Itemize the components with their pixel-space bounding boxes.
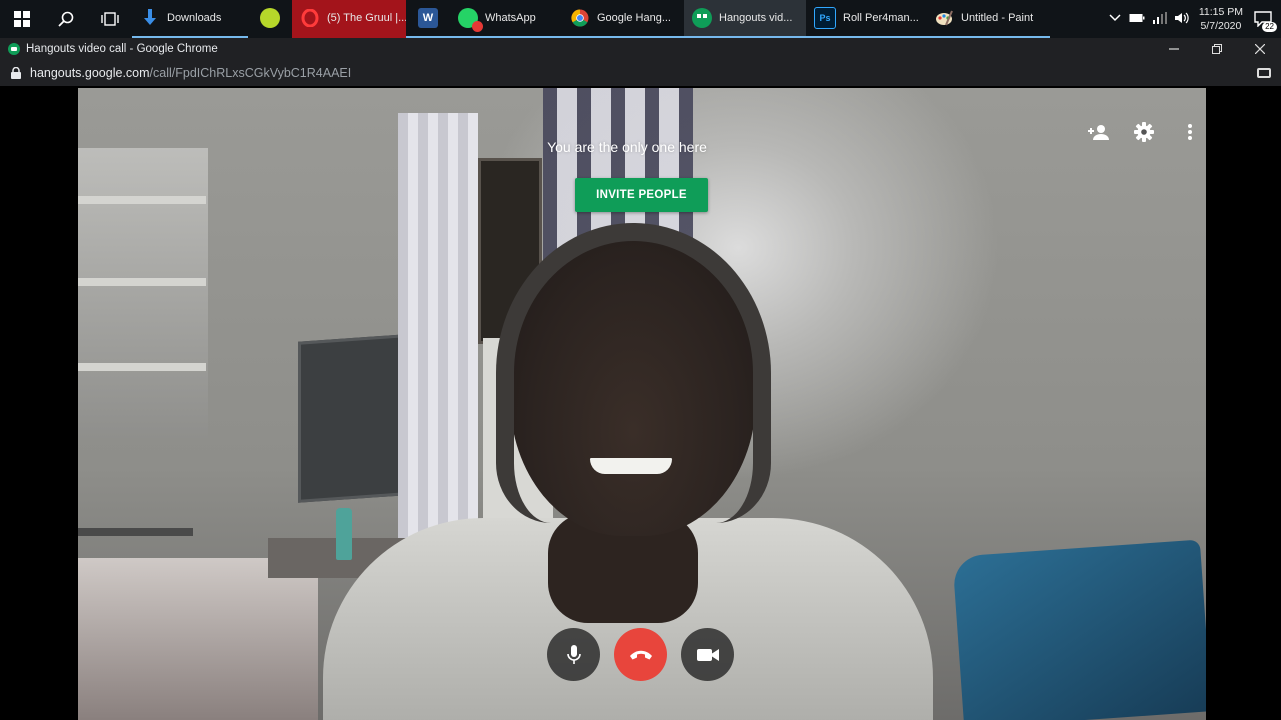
task-view-icon bbox=[101, 12, 119, 26]
taskbar-paint[interactable]: Untitled - Paint bbox=[926, 0, 1050, 38]
tennis-ball-icon bbox=[260, 8, 280, 28]
microphone-icon bbox=[566, 644, 581, 664]
bed-rail bbox=[78, 528, 193, 536]
network-icon[interactable] bbox=[1152, 11, 1167, 27]
taskbar-chrome-label: Google Hang... bbox=[597, 12, 671, 24]
restore-icon bbox=[1211, 44, 1222, 54]
bed bbox=[78, 558, 318, 720]
call-top-actions bbox=[1086, 120, 1202, 144]
call-stage: You are the only one here INVITE PEOPLE bbox=[0, 86, 1281, 720]
url-host: hangouts.google.com bbox=[30, 66, 150, 80]
taskbar-paint-label: Untitled - Paint bbox=[961, 12, 1034, 24]
more-vertical-icon bbox=[1188, 124, 1192, 140]
chrome-title-bar: Hangouts video call - Google Chrome bbox=[0, 38, 1281, 60]
hangouts-icon bbox=[692, 8, 712, 28]
taskbar-hangouts-video-label: Hangouts vid... bbox=[719, 12, 793, 24]
person-smile bbox=[590, 458, 672, 474]
window-controls bbox=[1152, 38, 1281, 60]
close-button[interactable] bbox=[1238, 38, 1281, 60]
settings-button[interactable] bbox=[1132, 120, 1156, 144]
water-bottle bbox=[336, 508, 352, 560]
taskbar-whatsapp-label: WhatsApp bbox=[485, 12, 536, 24]
taskbar-whatsapp[interactable]: WhatsApp bbox=[450, 0, 562, 38]
download-arrow-icon bbox=[140, 8, 160, 28]
word-icon: W bbox=[418, 8, 438, 28]
chevron-up-icon[interactable] bbox=[1109, 13, 1121, 25]
lock-icon[interactable] bbox=[8, 67, 24, 79]
notification-center-button[interactable]: 22 bbox=[1251, 8, 1277, 32]
task-view-button[interactable] bbox=[88, 0, 132, 38]
search-icon bbox=[58, 11, 74, 27]
notification-count: 22 bbox=[1262, 22, 1277, 32]
video-camera-icon bbox=[696, 648, 719, 661]
clock-time: 11:15 PM bbox=[1198, 6, 1243, 18]
clock-date: 5/7/2020 bbox=[1200, 20, 1242, 32]
taskbar-downloads-label: Downloads bbox=[167, 12, 222, 24]
self-video-feed: You are the only one here INVITE PEOPLE bbox=[78, 88, 1206, 720]
address-bar[interactable]: hangouts.google.com/call/FpdIChRLxsCGkVy… bbox=[0, 60, 1281, 86]
phone-hangup-icon bbox=[629, 650, 652, 659]
hang-up-button[interactable] bbox=[614, 628, 667, 681]
shelf bbox=[78, 278, 206, 286]
window-title: Hangouts video call - Google Chrome bbox=[26, 43, 218, 55]
url-path: /call/FpdIChRLxsCGkVybC1R4AAEI bbox=[149, 66, 352, 80]
taskbar-tennis-app[interactable] bbox=[248, 0, 292, 38]
photoshop-icon: Ps bbox=[814, 7, 836, 29]
taskbar-opera[interactable]: (5) The Gruul |... bbox=[292, 0, 406, 38]
cast-icon[interactable] bbox=[1257, 68, 1271, 78]
minimize-icon bbox=[1168, 48, 1179, 50]
curtain-left bbox=[398, 113, 478, 563]
person-beanie bbox=[496, 223, 771, 523]
search-button[interactable] bbox=[44, 0, 88, 38]
chrome-icon bbox=[570, 8, 590, 28]
minimize-button[interactable] bbox=[1152, 38, 1195, 60]
call-status-text: You are the only one here bbox=[547, 139, 707, 155]
whatsapp-badge bbox=[472, 21, 483, 32]
restore-button[interactable] bbox=[1195, 38, 1238, 60]
taskbar-chrome[interactable]: Google Hang... bbox=[562, 0, 684, 38]
taskbar-opera-label: (5) The Gruul |... bbox=[327, 12, 406, 24]
camera-button[interactable] bbox=[681, 628, 734, 681]
invite-people-button[interactable]: INVITE PEOPLE bbox=[575, 178, 708, 212]
taskbar-photoshop[interactable]: Ps Roll Per4man... bbox=[806, 0, 926, 38]
windows-logo-icon bbox=[14, 11, 30, 27]
taskbar-hangouts-video[interactable]: Hangouts vid... bbox=[684, 0, 806, 38]
wall-screen bbox=[298, 334, 406, 503]
gear-icon bbox=[1134, 122, 1154, 142]
start-button[interactable] bbox=[0, 0, 44, 38]
hangouts-favicon-icon bbox=[8, 43, 20, 55]
taskbar-downloads[interactable]: Downloads bbox=[132, 0, 248, 38]
paint-palette-icon bbox=[934, 8, 954, 28]
call-controls bbox=[547, 628, 734, 681]
whatsapp-icon bbox=[458, 8, 483, 32]
shelf bbox=[78, 196, 206, 204]
taskbar-word[interactable]: W bbox=[406, 0, 450, 38]
shelving-unit bbox=[78, 148, 208, 438]
opera-icon bbox=[300, 8, 320, 28]
close-icon bbox=[1254, 44, 1265, 54]
battery-icon[interactable] bbox=[1129, 13, 1145, 26]
windows-taskbar: Downloads (5) The Gruul |... W WhatsApp … bbox=[0, 0, 1281, 38]
system-tray: 11:15 PM 5/7/2020 22 bbox=[1109, 0, 1281, 38]
system-clock[interactable]: 11:15 PM 5/7/2020 bbox=[1199, 5, 1243, 33]
volume-icon[interactable] bbox=[1174, 12, 1191, 27]
person-add-icon bbox=[1088, 125, 1109, 140]
shelf bbox=[78, 363, 206, 371]
taskbar-photoshop-label: Roll Per4man... bbox=[843, 12, 919, 24]
blue-bag bbox=[952, 539, 1206, 720]
more-options-button[interactable] bbox=[1178, 120, 1202, 144]
add-people-button[interactable] bbox=[1086, 120, 1110, 144]
microphone-button[interactable] bbox=[547, 628, 600, 681]
